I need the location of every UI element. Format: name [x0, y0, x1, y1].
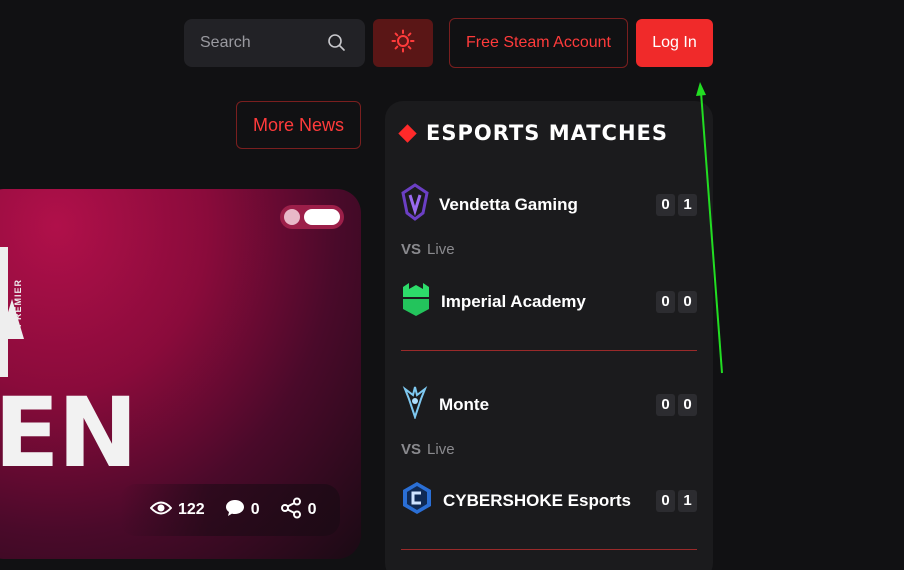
match-team-row[interactable]: Imperial Academy 0 0: [401, 281, 697, 322]
vs-label: VS: [401, 441, 422, 458]
team-score: 0 0: [656, 290, 697, 313]
team-score: 0 1: [656, 489, 697, 512]
score-digit: 0: [656, 193, 675, 216]
match-team-row[interactable]: Monte 0 0: [401, 385, 697, 424]
sun-icon: [391, 29, 415, 58]
vs-label: VS: [401, 241, 422, 258]
search-box[interactable]: [184, 19, 365, 67]
logo-small-text: PREMIER: [13, 278, 23, 327]
comments-stat[interactable]: 0: [225, 498, 260, 523]
live-status: Live: [427, 241, 455, 258]
esports-matches-panel: ESPORTS MATCHES Vendetta Gaming 0 1 VS Li…: [385, 101, 713, 570]
slider-toggle[interactable]: [280, 205, 344, 229]
team-name: Vendetta Gaming: [439, 194, 578, 214]
views-stat: 122: [149, 500, 205, 521]
imperial-logo-icon: [401, 281, 431, 322]
more-news-button[interactable]: More News: [236, 101, 361, 149]
cybershoke-logo-icon: [401, 481, 433, 520]
score-digit: 0: [678, 290, 697, 313]
score-digit: 0: [656, 393, 675, 416]
score-digit: 0: [678, 393, 697, 416]
search-input[interactable]: [200, 34, 320, 52]
score-digit: 1: [678, 489, 697, 512]
live-status: Live: [427, 441, 455, 458]
comments-count: 0: [250, 501, 260, 518]
match-status: VS Live: [401, 441, 455, 458]
eye-icon: [149, 500, 173, 521]
shares-count: 0: [307, 501, 317, 518]
match-divider: [401, 549, 697, 550]
score-digit: 1: [678, 193, 697, 216]
team-score: 0 0: [656, 393, 697, 416]
toggle-bar: [304, 209, 340, 225]
team-score: 0 1: [656, 193, 697, 216]
logo-big-text: EN: [0, 377, 138, 489]
diamond-icon: [398, 123, 417, 143]
score-digit: 0: [656, 290, 675, 313]
team-name: CYBERSHOKE Esports: [443, 490, 631, 510]
panel-title: ESPORTS MATCHES: [398, 121, 669, 145]
theme-toggle-button[interactable]: [373, 19, 433, 67]
score-digit: 0: [656, 489, 675, 512]
news-stats: 122 0 0: [120, 484, 340, 536]
team-name: Monte: [439, 394, 490, 414]
match-team-row[interactable]: CYBERSHOKE Esports 0 1: [401, 481, 697, 520]
match-status: VS Live: [401, 241, 455, 258]
search-icon[interactable]: [327, 33, 347, 58]
team-name: Imperial Academy: [441, 291, 586, 311]
share-stat[interactable]: 0: [280, 497, 317, 524]
login-button[interactable]: Log In: [636, 19, 713, 67]
toggle-knob: [284, 209, 300, 225]
views-count: 122: [178, 501, 205, 518]
free-steam-account-button[interactable]: Free Steam Account: [449, 18, 628, 68]
share-icon: [280, 497, 302, 524]
panel-title-text: ESPORTS MATCHES: [426, 121, 669, 145]
match-team-row[interactable]: Vendetta Gaming 0 1: [401, 183, 697, 226]
comment-icon: [225, 498, 245, 523]
vendetta-logo-icon: [401, 183, 429, 226]
match-divider: [401, 350, 697, 351]
monte-logo-icon: [401, 385, 429, 424]
news-card[interactable]: PREMIER EN 122 0 0: [0, 189, 361, 559]
